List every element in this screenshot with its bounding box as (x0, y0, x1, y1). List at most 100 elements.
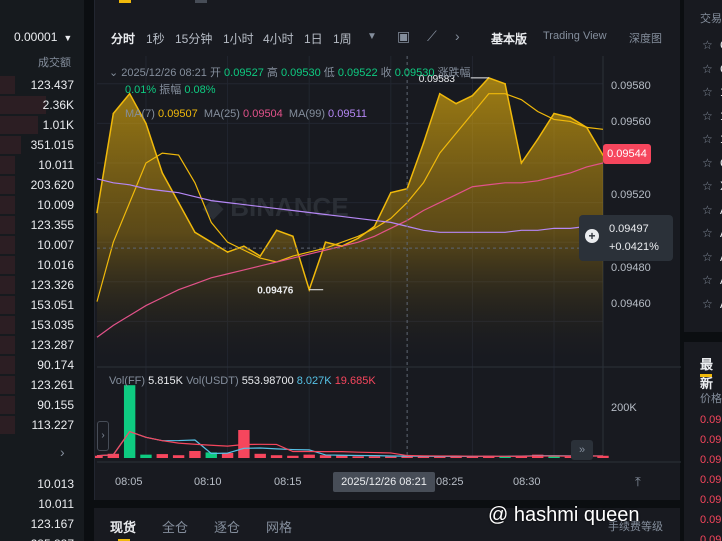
orderbook-row[interactable]: 123.261 (0, 375, 84, 395)
collapse-icon[interactable]: ⌄ (109, 67, 118, 79)
latest-trades: 最新 价格 0.090.090.090.090.090.090.090.09 (684, 342, 722, 541)
interval-tab-1h[interactable]: 1小时 (223, 30, 254, 47)
favorite-star-icon[interactable]: ☆1 (702, 109, 722, 123)
orderbook-row[interactable]: 153.051 (0, 295, 84, 315)
vol-label-2: Vol(USDT) (186, 375, 239, 387)
orderbook-row[interactable]: 123.287 (0, 335, 84, 355)
interval-tab-1s[interactable]: 1秒 (146, 30, 165, 47)
view-basic-tab[interactable]: 基本版 (491, 30, 527, 47)
scroll-right-icon[interactable]: » (571, 440, 593, 460)
interval-dropdown-icon[interactable]: ▼ (367, 31, 377, 42)
volume-bar (189, 451, 201, 458)
crosshair-change: +0.0421% (609, 241, 659, 253)
favorite-star-icon[interactable]: ☆A (702, 297, 722, 311)
tab-grid[interactable]: 网格 (266, 517, 292, 536)
view-depth-tab[interactable]: 深度图 (629, 30, 662, 46)
orderbook-row[interactable]: 90.155 (0, 395, 84, 415)
crosshair-price-box[interactable]: + 0.09497 +0.0421% (579, 215, 673, 261)
price-point (504, 83, 506, 85)
orderbook-row[interactable]: 2.36K (0, 95, 84, 115)
orderbook-amount: 123.355 (30, 218, 74, 232)
favorite-star-icon[interactable]: ☆1 (702, 85, 722, 99)
ohlc-info-2: 0.01% 振幅 0.08% (125, 81, 216, 97)
precision-selector[interactable]: 0.00001 ▼ (14, 30, 72, 44)
orderbook-row[interactable]: 90.174 (0, 355, 84, 375)
price-tick: 0.09520 (611, 189, 651, 201)
trade-price: 0.09 (700, 434, 722, 446)
orderbook-amount: 123.261 (30, 378, 74, 392)
chevron-right-icon[interactable]: › (60, 444, 65, 460)
volume-bar (287, 455, 299, 458)
favorite-star-icon[interactable]: ☆C (702, 62, 722, 76)
orderbook-row[interactable]: 153.035 (0, 315, 84, 335)
orderbook-row[interactable]: 10.016 (0, 255, 84, 275)
volume-ma-line (96, 430, 604, 457)
orderbook-row[interactable]: 113.227 (0, 415, 84, 435)
orderbook-row[interactable]: 10.007 (0, 235, 84, 255)
interval-tab-4h[interactable]: 4小时 (263, 30, 294, 47)
caret-down-icon: ▼ (63, 33, 73, 43)
time-tick: 08:30 (513, 476, 541, 488)
tab-spot[interactable]: 现货 (110, 517, 136, 541)
orderbook-row[interactable]: 123.355 (0, 215, 84, 235)
chevron-right-icon[interactable]: › (455, 28, 460, 44)
ma25-label: MA(25) (203, 108, 240, 120)
price-point (455, 102, 457, 105)
time-tick: 08:10 (194, 476, 222, 488)
tab-isolated[interactable]: 逐仓 (214, 517, 240, 536)
price-point (536, 138, 539, 141)
vol-label-1: Vol(FF) (109, 375, 146, 387)
volume-bar (156, 454, 168, 458)
favorite-star-icon[interactable]: ☆A (702, 226, 722, 240)
orderbook-row[interactable]: 10.009 (0, 195, 84, 215)
interval-tab-1w[interactable]: 1周 (333, 30, 352, 47)
depth-bar (0, 216, 16, 234)
crosshair-time-label: 2025/12/26 08:21 (333, 472, 435, 492)
latest-trades-title[interactable]: 最新 (700, 354, 722, 392)
trade-price: 0.09 (700, 474, 722, 486)
orderbook-amount: 351.015 (30, 138, 74, 152)
price-point (553, 112, 555, 115)
view-tradingview-tab[interactable]: Trading View (543, 30, 607, 42)
depth-bar (0, 156, 16, 174)
markets-panel: 交易 ☆C ☆C ☆1 ☆1 ☆1 ☆C ☆X ☆A ☆A ☆A ☆A ☆A 最新 价格 0.09 0.… (684, 0, 722, 541)
orderbook-row[interactable]: 203.620 (0, 175, 84, 195)
interval-tab-15m[interactable]: 15分钟 (175, 30, 212, 47)
price-point (161, 172, 164, 174)
favorite-star-icon[interactable]: ☆A (702, 250, 722, 264)
watermark: @ hashmi queen (488, 504, 640, 527)
interval-tab-line[interactable]: 分时 (111, 30, 135, 47)
orderbook-row[interactable]: 10.011 (0, 155, 84, 175)
orderbook-row[interactable]: 10.013 (0, 474, 84, 494)
scroll-left-icon[interactable]: › (97, 421, 109, 451)
interval-tab-1d[interactable]: 1日 (304, 30, 323, 47)
depth-bar (0, 196, 16, 214)
orderbook-amount: 1.01K (42, 118, 74, 132)
orderbook-row[interactable]: 351.015 (0, 135, 84, 155)
orderbook-row[interactable]: 123.326 (0, 275, 84, 295)
orderbook-row[interactable]: 10.011 (0, 494, 84, 514)
indicator-icon[interactable]: ⟋ (427, 28, 437, 45)
favorite-star-icon[interactable]: ☆1 (702, 132, 722, 146)
plus-icon[interactable]: + (585, 229, 599, 243)
time-tick: 08:15 (274, 476, 302, 488)
orderbook-row[interactable]: 123.437 (0, 75, 84, 95)
low-value: 0.09522 (337, 67, 378, 79)
orderbook-row[interactable]: 1.01K (0, 115, 84, 135)
tab-cross[interactable]: 全仓 (162, 517, 188, 536)
orderbook-row[interactable]: 123.167 (0, 514, 84, 534)
favorite-star-icon[interactable]: ☆C (702, 38, 722, 52)
ma99-label: MA(99) (288, 108, 325, 120)
favorite-star-icon[interactable]: ☆C (702, 156, 722, 170)
fit-screen-icon[interactable]: ⤒ (635, 474, 641, 490)
calendar-icon[interactable]: ▣ (397, 28, 410, 45)
orderbook-row[interactable]: 285.887 (0, 534, 84, 541)
high-label: 高 (266, 67, 278, 79)
favorite-star-icon[interactable]: ☆A (702, 203, 722, 217)
volume-bar (140, 454, 152, 458)
watermark-text: @ hashmi queen (488, 504, 640, 526)
volume-bar (172, 455, 185, 458)
price-point (226, 251, 229, 253)
favorite-star-icon[interactable]: ☆X (702, 179, 722, 193)
favorite-star-icon[interactable]: ☆A (702, 273, 722, 287)
